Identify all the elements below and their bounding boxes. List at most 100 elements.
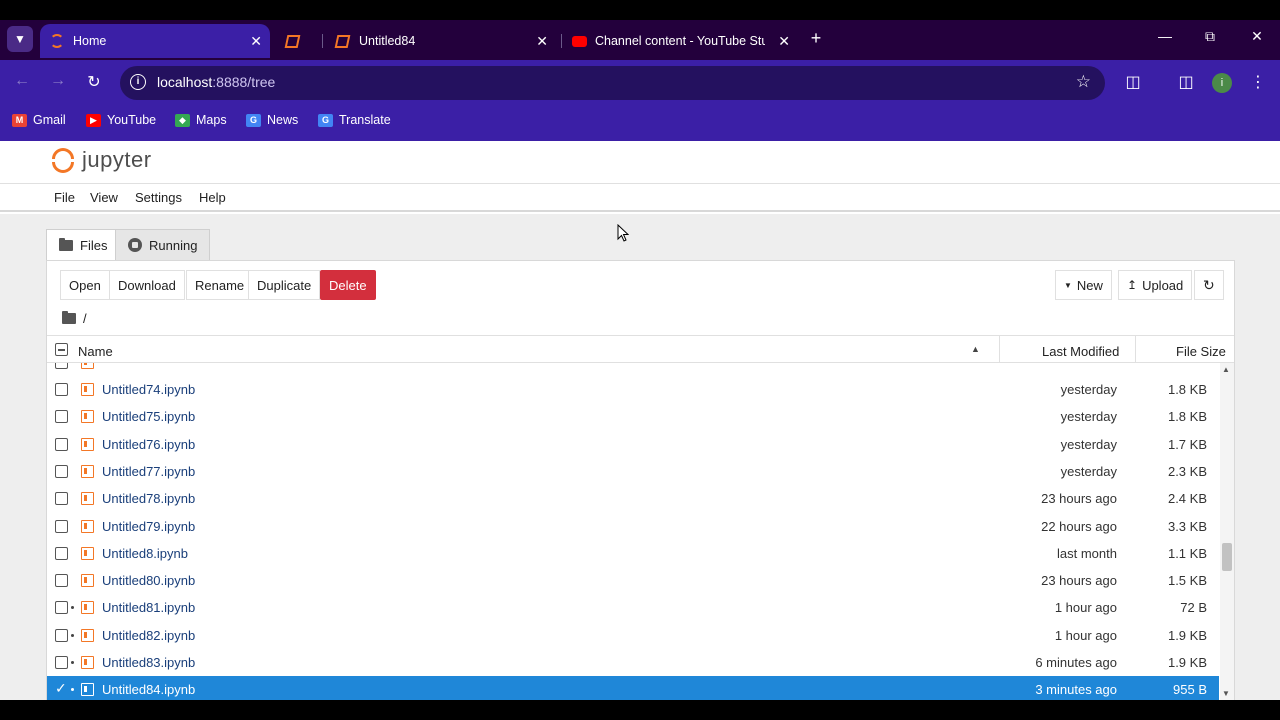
reload-icon[interactable]: ↻ — [83, 72, 105, 92]
youtube-icon: ▶ — [86, 113, 101, 127]
scrollbar-thumb[interactable] — [1222, 543, 1232, 571]
bookmark-star-icon[interactable]: ☆ — [1076, 72, 1091, 92]
forward-arrow-icon[interactable]: → — [47, 72, 69, 90]
file-name[interactable]: Untitled76.ipynb — [102, 437, 195, 452]
file-name[interactable]: Untitled83.ipynb — [102, 655, 195, 670]
file-name[interactable]: Untitled79.ipynb — [102, 519, 195, 534]
tab-search-chevron-icon[interactable]: ▼ — [7, 26, 33, 52]
browser-menu-kebab-icon[interactable]: ⋮ — [1247, 72, 1269, 92]
row-checkbox[interactable] — [55, 601, 68, 615]
close-tab-icon[interactable]: ✕ — [778, 33, 790, 50]
bookmark-gmail[interactable]: M Gmail — [12, 113, 66, 127]
file-name[interactable]: Untitled78.ipynb — [102, 491, 195, 506]
file-name[interactable]: Untitled80.ipynb — [102, 573, 195, 588]
file-row[interactable]: Untitled83.ipynb 6 minutes ago 1.9 KB — [47, 649, 1219, 676]
file-name[interactable]: Untitled74.ipynb — [102, 382, 195, 397]
file-list-scrollbar[interactable]: ▲ ▼ — [1220, 363, 1234, 701]
bookmark-youtube[interactable]: ▶ YouTube — [86, 113, 156, 127]
file-row[interactable]: Untitled82.ipynb 1 hour ago 1.9 KB — [47, 622, 1219, 649]
tab-running[interactable]: Running — [115, 229, 211, 260]
refresh-button[interactable]: ↻ — [1194, 270, 1224, 300]
file-row[interactable]: Untitled80.ipynb 23 hours ago 1.5 KB — [47, 567, 1219, 594]
column-last-modified[interactable]: Last Modified — [1042, 344, 1119, 359]
delete-button[interactable]: Delete — [320, 270, 376, 300]
browser-tab-home[interactable]: Home ✕ — [40, 24, 270, 58]
jupyter-logo[interactable]: jupyter — [52, 146, 152, 174]
column-divider[interactable] — [1135, 336, 1136, 363]
row-checkbox[interactable] — [55, 574, 68, 588]
row-checkbox[interactable] — [55, 464, 68, 478]
upload-icon: ↥ — [1127, 278, 1138, 292]
row-checkbox[interactable] — [55, 410, 68, 424]
restore-icon[interactable]: ⧉ — [1200, 28, 1220, 45]
new-tab-plus-icon[interactable]: + — [806, 28, 826, 48]
file-name[interactable]: Untitled81.ipynb — [102, 600, 195, 615]
row-checkbox[interactable] — [55, 656, 68, 669]
file-row[interactable]: Untitled77.ipynb yesterday 2.3 KB — [47, 458, 1219, 485]
duplicate-button[interactable]: Duplicate — [248, 270, 321, 300]
sort-ascending-icon[interactable]: ▲ — [971, 344, 980, 354]
back-arrow-icon[interactable]: ← — [11, 72, 33, 90]
download-button[interactable]: Download — [109, 270, 185, 300]
file-row[interactable]: Untitled79.ipynb 22 hours ago 3.3 KB — [47, 513, 1219, 540]
file-name[interactable]: Untitled84.ipynb — [102, 682, 195, 697]
file-row[interactable]: ✓ Untitled84.ipynb 3 minutes ago 955 B — [47, 676, 1219, 701]
menu-view[interactable]: View — [90, 190, 118, 205]
side-panel-icon[interactable]: ◫ — [1175, 72, 1197, 92]
file-row[interactable]: Untitled75.ipynb yesterday 1.8 KB — [47, 403, 1219, 430]
scroll-up-arrow-icon[interactable]: ▲ — [1222, 365, 1230, 374]
rename-button[interactable]: Rename — [186, 270, 254, 300]
file-name[interactable]: Untitled75.ipynb — [102, 409, 195, 424]
address-url[interactable]: localhost:8888/tree — [157, 74, 275, 90]
browser-tab-youtube-studio[interactable]: Channel content - YouTube Stu ✕ — [564, 24, 798, 58]
address-bar[interactable]: i localhost:8888/tree ☆ — [120, 66, 1105, 100]
close-tab-icon[interactable]: ✕ — [536, 33, 548, 50]
site-info-icon[interactable]: i — [130, 74, 146, 90]
menu-settings[interactable]: Settings — [135, 190, 182, 205]
bookmark-label: YouTube — [107, 113, 157, 127]
scroll-down-arrow-icon[interactable]: ▼ — [1222, 689, 1230, 698]
file-row[interactable]: Untitled76.ipynb yesterday 1.7 KB — [47, 431, 1219, 458]
row-checkbox[interactable] — [55, 519, 68, 533]
column-name[interactable]: Name — [78, 344, 113, 359]
open-button[interactable]: Open — [60, 270, 110, 300]
browser-tab-pinned[interactable] — [276, 24, 318, 58]
row-checkbox[interactable] — [55, 628, 68, 642]
window-close-icon[interactable]: ✕ — [1247, 28, 1267, 45]
maps-icon: ◆ — [175, 113, 190, 127]
home-folder-icon[interactable] — [62, 311, 76, 324]
new-button[interactable]: ▼ New — [1055, 270, 1112, 300]
file-name[interactable]: Untitled77.ipynb — [102, 464, 195, 479]
profile-avatar[interactable]: i — [1212, 73, 1232, 93]
row-checkbox[interactable] — [55, 383, 68, 396]
row-checkbox[interactable] — [55, 546, 68, 560]
breadcrumb-root[interactable]: / — [83, 311, 87, 326]
file-row[interactable]: Untitled74.ipynb yesterday 1.8 KB — [47, 376, 1219, 403]
bookmark-translate[interactable]: G Translate — [318, 113, 391, 127]
file-size: 1.5 KB — [1167, 573, 1207, 589]
file-size: 1.9 KB — [1167, 627, 1207, 643]
file-name[interactable]: Untitled82.ipynb — [102, 628, 195, 643]
tab-label: Files — [80, 238, 108, 253]
menu-file[interactable]: File — [54, 190, 75, 205]
column-file-size[interactable]: File Size — [1176, 344, 1226, 359]
row-checkbox[interactable] — [55, 492, 68, 506]
file-row[interactable]: Untitled81.ipynb 1 hour ago 72 B — [47, 594, 1219, 621]
select-all-checkbox[interactable] — [55, 343, 68, 356]
tab-files[interactable]: Files — [46, 229, 121, 261]
column-divider[interactable] — [999, 336, 1000, 363]
menu-help[interactable]: Help — [199, 190, 226, 205]
upload-button[interactable]: ↥ Upload — [1118, 270, 1193, 300]
bookmark-news[interactable]: G News — [246, 113, 298, 127]
notebook-favicon-icon — [334, 34, 351, 48]
extensions-puzzle-icon[interactable]: ◫ — [1122, 72, 1144, 92]
minimize-icon[interactable]: — — [1155, 28, 1175, 44]
bookmark-maps[interactable]: ◆ Maps — [175, 113, 227, 127]
file-name[interactable]: Untitled8.ipynb — [102, 546, 188, 561]
browser-tab-untitled84[interactable]: Untitled84 ✕ — [326, 24, 556, 58]
close-tab-icon[interactable]: ✕ — [250, 33, 262, 50]
checkmark-icon[interactable]: ✓ — [55, 680, 67, 697]
file-row[interactable]: Untitled78.ipynb 23 hours ago 2.4 KB — [47, 485, 1219, 512]
file-row[interactable]: Untitled8.ipynb last month 1.1 KB — [47, 540, 1219, 567]
row-checkbox[interactable] — [55, 437, 68, 451]
